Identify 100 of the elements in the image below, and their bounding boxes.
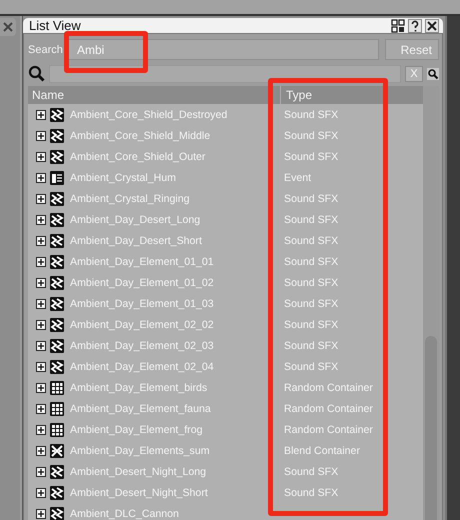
list-row[interactable]: Ambient_Day_Element_02_03 Sound SFX [28,336,423,356]
item-name[interactable]: Ambient_Day_Elements_sum [70,445,276,457]
expand-icon[interactable] [36,383,46,393]
waveform-icon [50,150,64,164]
close-icon[interactable] [425,18,439,32]
column-header[interactable]: Name [28,86,281,104]
search-field[interactable]: Ambi [68,39,379,60]
waveform-icon [50,360,64,374]
expand-icon[interactable] [36,194,46,204]
list-row[interactable]: Ambient_Crystal_Hum Event [28,168,423,188]
expand-icon[interactable] [36,320,46,330]
expand-icon[interactable] [36,152,46,162]
waveform-icon [50,108,64,122]
left-tab[interactable] [0,18,16,36]
item-type: Sound SFX [284,361,338,373]
list-row[interactable]: Ambient_Crystal_Ringing Sound SFX [28,189,423,209]
list-row[interactable]: Ambient_Day_Element_01_03 Sound SFX [28,294,423,314]
list-row[interactable]: Ambient_Day_Element_01_01 Sound SFX [28,252,423,272]
item-name[interactable]: Ambient_Day_Desert_Long [70,214,276,226]
list-row[interactable]: Ambient_DLC_Cannon [28,504,423,520]
item-name[interactable]: Ambient_Day_Element_birds [70,382,276,394]
list-row[interactable]: Ambient_Core_Shield_Destroyed Sound SFX [28,105,423,125]
item-name[interactable]: Ambient_Day_Element_02_03 [70,340,276,352]
item-name[interactable]: Ambient_Day_Element_01_01 [70,256,276,268]
search-label: Search [28,44,62,56]
item-type: Sound SFX [284,235,338,247]
expand-icon[interactable] [36,488,46,498]
expand-icon[interactable] [36,509,46,519]
clear-button[interactable]: X [405,66,423,82]
column-header[interactable]: Type [281,86,387,104]
list-row[interactable]: Ambient_Core_Shield_Middle Sound SFX [28,126,423,146]
search-icon[interactable] [427,68,439,80]
item-type: Sound SFX [284,298,338,310]
list-row[interactable]: Ambient_Day_Element_01_02 Sound SFX [28,273,423,293]
item-name[interactable]: Ambient_Core_Shield_Destroyed [70,109,276,121]
item-name[interactable]: Ambient_Day_Element_fauna [70,403,276,415]
item-type: Random Container [284,403,373,415]
expand-icon[interactable] [36,131,46,141]
expand-icon[interactable] [36,341,46,351]
list-row[interactable]: Ambient_Core_Shield_Outer Sound SFX [28,147,423,167]
item-type: Sound SFX [284,214,338,226]
grid-icon [50,423,64,437]
expand-icon[interactable] [36,446,46,456]
item-name[interactable]: Ambient_Day_Element_01_03 [70,298,276,310]
expand-icon[interactable] [36,299,46,309]
help-icon[interactable] [408,18,422,32]
expand-icon[interactable] [36,404,46,414]
expand-icon[interactable] [36,278,46,288]
item-type: Sound SFX [284,340,338,352]
item-name[interactable]: Ambient_Crystal_Ringing [70,193,276,205]
scrollbar[interactable] [423,86,439,520]
item-name[interactable]: Ambient_DLC_Cannon [70,508,276,520]
item-name[interactable]: Ambient_Desert_Night_Short [70,487,276,499]
item-name[interactable]: Ambient_Day_Desert_Short [70,235,276,247]
waveform-icon [50,129,64,143]
item-type: Sound SFX [284,109,338,121]
item-type: Sound SFX [284,466,338,478]
reset-button[interactable]: Reset [385,39,439,60]
expand-icon[interactable] [36,425,46,435]
expand-icon[interactable] [36,467,46,477]
waveform-icon [50,234,64,248]
expand-icon[interactable] [36,110,46,120]
list-row[interactable]: Ambient_Desert_Night_Short Sound SFX [28,483,423,503]
item-name[interactable]: Ambient_Core_Shield_Outer [70,151,276,163]
item-type: Sound SFX [284,130,338,142]
item-name[interactable]: Ambient_Crystal_Hum [70,172,276,184]
item-name[interactable]: Ambient_Day_Element_02_04 [70,361,276,373]
item-type: Sound SFX [284,256,338,268]
item-name[interactable]: Ambient_Day_Element_02_02 [70,319,276,331]
item-type: Random Container [284,424,373,436]
list-row[interactable]: Ambient_Day_Desert_Long Sound SFX [28,210,423,230]
list-row[interactable]: Ambient_Desert_Night_Long Sound SFX [28,462,423,482]
expand-icon[interactable] [36,215,46,225]
item-type: Sound SFX [284,319,338,331]
list-row[interactable]: Ambient_Day_Desert_Short Sound SFX [28,231,423,251]
list-row[interactable]: Ambient_Day_Element_frog Random Container [28,420,423,440]
waveform-icon [50,486,64,500]
item-name[interactable]: Ambient_Desert_Night_Long [70,466,276,478]
search-icon[interactable] [28,65,45,82]
layout-icon[interactable] [391,18,405,32]
list-row[interactable]: Ambient_Day_Element_02_04 Sound SFX [28,357,423,377]
item-type: Sound SFX [284,193,338,205]
document-icon [50,171,64,185]
item-type: Random Container [284,382,373,394]
waveform-icon [50,507,64,520]
waveform-icon [50,255,64,269]
list-row[interactable]: Ambient_Day_Element_birds Random Container [28,378,423,398]
expand-icon[interactable] [36,236,46,246]
item-name[interactable]: Ambient_Core_Shield_Middle [70,130,276,142]
item-type: Sound SFX [284,277,338,289]
window-title: List View [29,18,82,33]
item-name[interactable]: Ambient_Day_Element_frog [70,424,276,436]
cross-icon [50,444,64,458]
list-row[interactable]: Ambient_Day_Elements_sum Blend Container [28,441,423,461]
list-row[interactable]: Ambient_Day_Element_fauna Random Container [28,399,423,419]
expand-icon[interactable] [36,362,46,372]
list-row[interactable]: Ambient_Day_Element_02_02 Sound SFX [28,315,423,335]
item-name[interactable]: Ambient_Day_Element_01_02 [70,277,276,289]
expand-icon[interactable] [36,173,46,183]
expand-icon[interactable] [36,257,46,267]
